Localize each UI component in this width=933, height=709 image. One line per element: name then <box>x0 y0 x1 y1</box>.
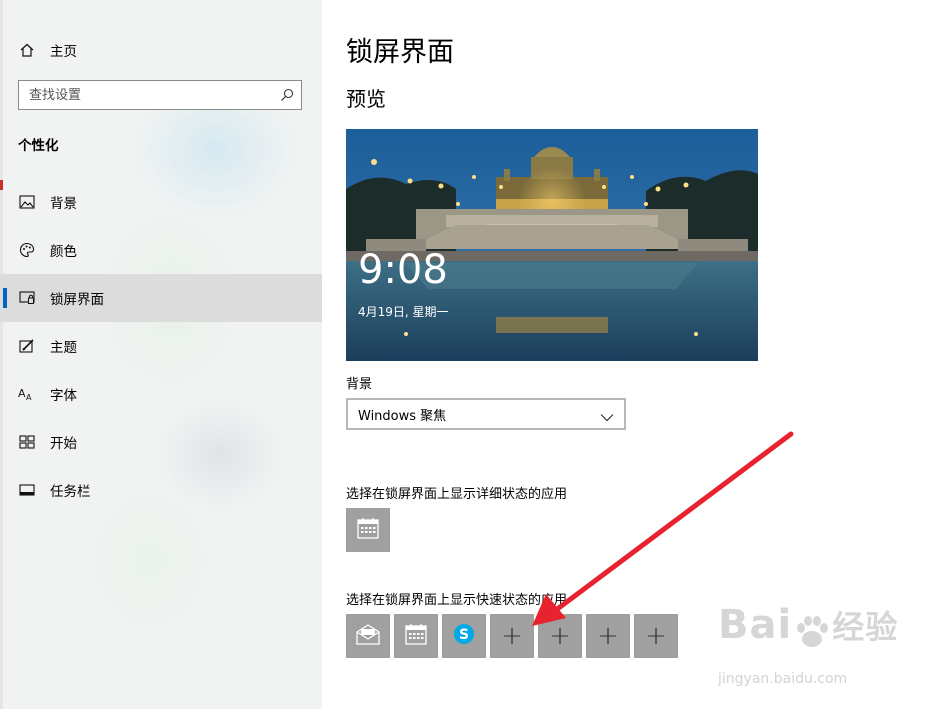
add-quick-status-app-button[interactable]: + <box>490 614 534 658</box>
add-icon: + <box>597 621 619 651</box>
nav-home-label: 主页 <box>50 44 77 60</box>
section-title: 个性化 <box>18 138 59 154</box>
chevron-down-icon <box>600 408 614 422</box>
sidebar-item-label: 颜色 <box>50 244 77 260</box>
theme-icon <box>18 337 36 355</box>
sidebar-item-themes[interactable]: 主题 <box>0 322 322 370</box>
sidebar-item-fonts[interactable]: AA 字体 <box>0 370 322 418</box>
mail-icon <box>355 622 381 650</box>
sidebar-item-label: 开始 <box>50 436 77 452</box>
quick-status-app-mail[interactable] <box>346 614 390 658</box>
sidebar-item-label: 主题 <box>50 340 77 356</box>
sidebar-item-label: 任务栏 <box>50 484 91 500</box>
svg-text:A: A <box>26 393 32 402</box>
start-icon <box>18 433 36 451</box>
quick-status-label: 选择在锁屏界面上显示快速状态的应用 <box>346 593 568 608</box>
preview-background-image <box>346 129 758 361</box>
background-setting-label: 背景 <box>346 377 373 392</box>
add-icon: + <box>549 621 571 651</box>
detail-status-label: 选择在锁屏界面上显示详细状态的应用 <box>346 487 568 502</box>
nav-home[interactable]: 主页 <box>0 26 322 74</box>
calendar-icon <box>356 516 380 544</box>
detail-status-app-calendar[interactable] <box>346 508 390 552</box>
search-box[interactable] <box>18 80 302 110</box>
palette-icon <box>18 241 36 259</box>
font-icon: AA <box>18 385 36 403</box>
taskbar-icon <box>18 481 36 499</box>
calendar-icon <box>404 622 428 650</box>
sidebar: 主页 个性化 背景 颜色 锁屏界面 主题 AA <box>0 0 322 709</box>
add-quick-status-app-button[interactable]: + <box>586 614 630 658</box>
quick-status-app-skype[interactable]: S <box>442 614 486 658</box>
search-icon[interactable] <box>279 87 295 103</box>
paw-icon <box>792 612 832 656</box>
selection-indicator <box>3 288 7 308</box>
sidebar-item-lock-screen[interactable]: 锁屏界面 <box>0 274 322 322</box>
page-title: 锁屏界面 <box>346 37 454 68</box>
sidebar-item-colors[interactable]: 颜色 <box>0 226 322 274</box>
watermark-brand: Bai <box>718 602 793 648</box>
sidebar-item-label: 锁屏界面 <box>50 292 104 308</box>
sidebar-item-background[interactable]: 背景 <box>0 178 322 226</box>
lock-screen-preview: 9:08 4月19日, 星期一 <box>346 129 758 361</box>
quick-status-app-calendar[interactable] <box>394 614 438 658</box>
sidebar-item-taskbar[interactable]: 任务栏 <box>0 466 322 514</box>
background-dropdown[interactable]: Windows 聚焦 <box>346 398 626 430</box>
sidebar-item-label: 字体 <box>50 388 77 404</box>
preview-heading: 预览 <box>346 87 386 111</box>
background-dropdown-value: Windows 聚焦 <box>358 408 447 424</box>
svg-text:A: A <box>18 387 26 400</box>
sidebar-item-label: 背景 <box>50 196 77 212</box>
add-quick-status-app-button[interactable]: + <box>538 614 582 658</box>
watermark-url: jingyan.baidu.com <box>718 671 848 687</box>
watermark-brand-cn: 经验 <box>832 608 899 646</box>
preview-time: 9:08 <box>358 247 448 293</box>
search-input[interactable] <box>19 82 279 108</box>
skype-icon: S <box>452 622 476 650</box>
preview-date: 4月19日, 星期一 <box>358 305 449 319</box>
watermark-logo: Bai 经验 <box>718 602 898 656</box>
svg-text:S: S <box>459 627 469 643</box>
lock-screen-icon <box>18 289 36 307</box>
home-icon <box>18 41 36 59</box>
image-icon <box>18 193 36 211</box>
add-icon: + <box>501 621 523 651</box>
sidebar-item-start[interactable]: 开始 <box>0 418 322 466</box>
add-icon: + <box>645 621 667 651</box>
add-quick-status-app-button[interactable]: + <box>634 614 678 658</box>
